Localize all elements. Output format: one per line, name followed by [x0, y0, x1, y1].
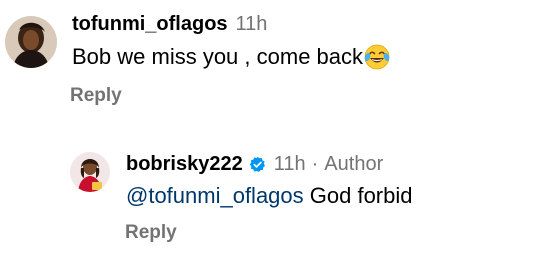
reply-button-2[interactable]: Reply — [125, 221, 177, 245]
commenter-avatar[interactable] — [5, 16, 57, 68]
comment-text: Bob we miss you , come back — [72, 44, 364, 69]
reply-text: God forbid — [303, 183, 413, 208]
reply-timestamp: 11h — [273, 153, 306, 175]
reply-username[interactable]: bobrisky222 — [126, 152, 243, 176]
face-with-tears-of-joy-icon — [363, 43, 391, 71]
meta-separator: · — [311, 153, 319, 175]
mention-link[interactable]: @tofunmi_oflagos — [126, 182, 304, 210]
reply-header: bobrisky222 11h · Author — [126, 152, 383, 176]
reply-author-avatar[interactable] — [70, 152, 110, 192]
author-badge: Author — [324, 153, 384, 175]
reply-button[interactable]: Reply — [70, 84, 122, 108]
comment-header: tofunmi_oflagos 11h — [72, 12, 267, 36]
verified-badge-icon — [249, 156, 266, 173]
comment-timestamp: 11h — [235, 13, 268, 35]
comment-text-row: Bob we miss you , come back — [72, 43, 391, 71]
comment-username[interactable]: tofunmi_oflagos — [72, 12, 228, 36]
reply-text-row: @tofunmi_oflagos God forbid — [126, 182, 413, 210]
